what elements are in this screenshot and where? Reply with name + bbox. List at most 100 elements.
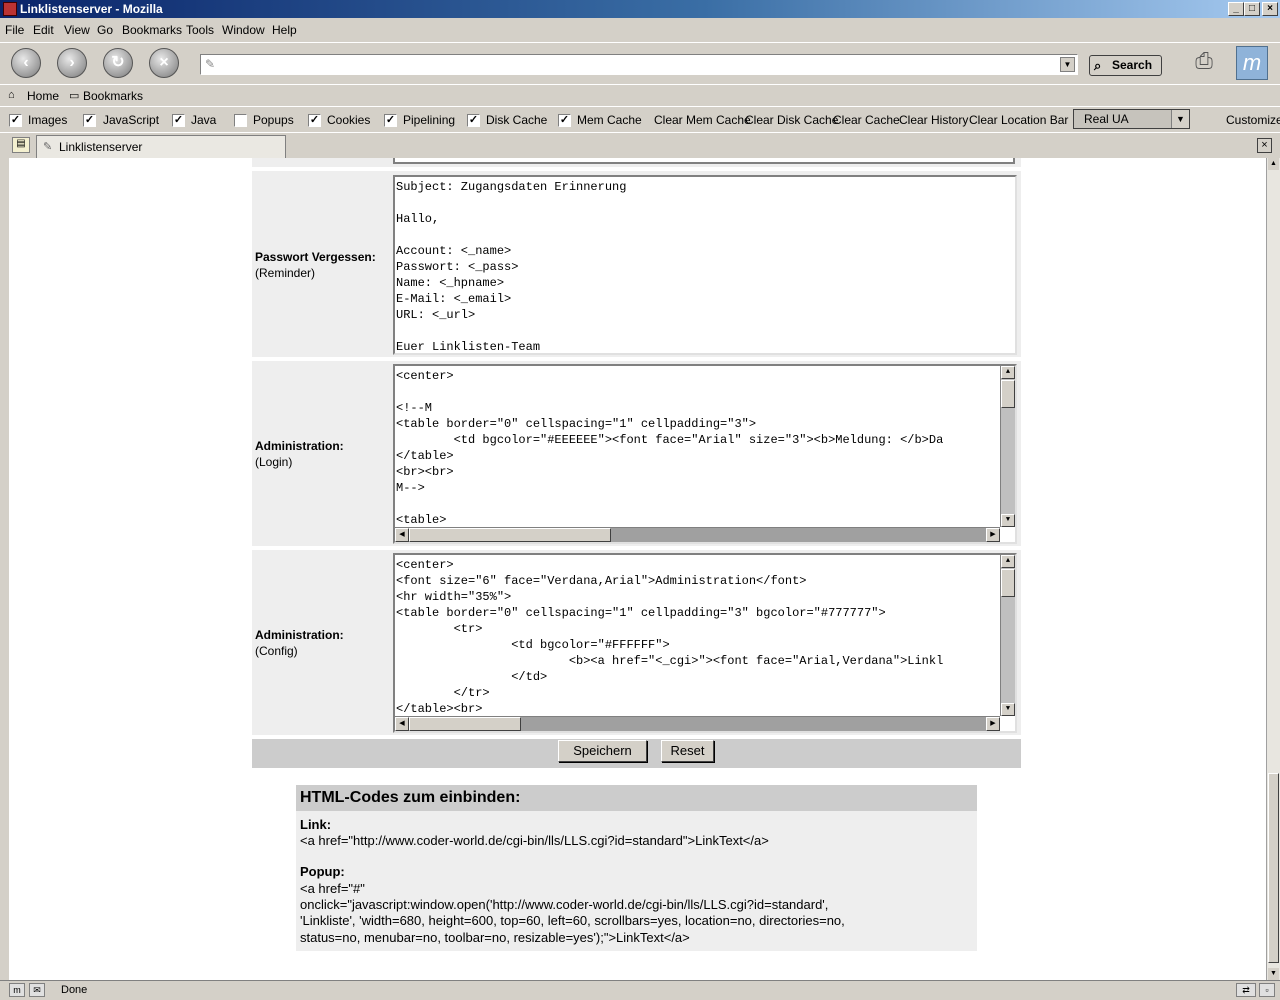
stop-icon[interactable]: × [149,48,179,78]
images-label: Images [28,113,68,127]
menu-view[interactable]: View [64,23,90,37]
mem-cache-label: Mem Cache [577,113,642,127]
popup-code-label: Popup: [300,864,345,879]
reminder-label-cell: Passwort Vergessen: (Reminder) [252,171,390,357]
login-horizontal-scrollbar[interactable]: ◀ ▶ [395,527,1000,542]
disk-cache-checkbox[interactable]: ✓ [467,114,480,127]
scroll-right-icon[interactable]: ▶ [986,717,1000,731]
print-icon[interactable]: ⎙ [1186,48,1222,78]
javascript-checkbox[interactable]: ✓ [83,114,96,127]
user-agent-value: Real UA [1084,112,1129,126]
popup-code-line: <a href="#" [300,881,365,896]
reset-button[interactable]: Reset [661,740,714,762]
reload-icon[interactable]: ↻ [103,48,133,78]
forward-icon[interactable]: › [57,48,87,78]
maximize-button[interactable]: □ [1244,2,1260,16]
javascript-label: JavaScript [103,113,160,127]
minimize-button[interactable]: _ [1228,2,1244,16]
scroll-thumb[interactable] [1001,569,1015,597]
menu-go[interactable]: Go [97,23,113,37]
menu-edit[interactable]: Edit [33,23,54,37]
clear-mem-cache-button[interactable]: Clear Mem Cache [654,113,751,127]
chevron-down-icon[interactable]: ▼ [1060,57,1075,72]
navigation-toolbar: ‹ › ↻ × ✎ ▼ ⌕ Search [0,42,1280,84]
clear-history-button[interactable]: Clear History [899,113,968,127]
reminder-label: Passwort Vergessen: [255,250,376,264]
html-codes-heading: HTML-Codes zum einbinden: [296,785,977,811]
popup-code-line: 'Linkliste', 'width=680, height=600, top… [300,913,845,928]
login-sublabel: (Login) [255,455,293,469]
bookmarks-link[interactable]: Bookmarks [83,89,143,103]
menu-bookmarks[interactable]: Bookmarks [122,23,182,37]
reminder-field-cell: Subject: Zugangsdaten Erinnerung Hallo, … [390,171,1021,357]
login-vertical-scrollbar[interactable]: ▲ ▼ [1000,366,1015,527]
scroll-thumb[interactable] [1268,773,1279,963]
user-agent-select[interactable]: Real UA ▼ [1073,109,1190,129]
status-text: Done [61,984,88,996]
scroll-up-icon[interactable]: ▲ [1001,366,1015,379]
status-bar: m ✉ Done ⇄ ▫ [0,980,1280,1000]
images-checkbox[interactable]: ✓ [9,114,22,127]
scroll-down-icon[interactable]: ▼ [1001,703,1015,716]
folder-icon: ▭ [69,90,80,102]
chevron-down-icon: ▼ [1171,110,1189,128]
page-vertical-scrollbar[interactable]: ▲ ▼ [1266,158,1280,980]
url-bar[interactable]: ✎ ▼ [200,54,1078,75]
close-window-button[interactable]: × [1262,2,1278,16]
mozilla-icon[interactable]: m [9,983,25,997]
config-vertical-scrollbar[interactable]: ▲ ▼ [1000,555,1015,716]
scroll-right-icon[interactable]: ▶ [986,528,1000,542]
scroll-thumb[interactable] [409,528,611,542]
config-label: Administration: [255,628,344,642]
mozilla-throbber-icon[interactable]: m [1236,46,1268,80]
clear-cache-button[interactable]: Clear Cache [833,113,900,127]
tab-title: Linklistenserver [59,140,143,154]
java-checkbox[interactable]: ✓ [172,114,185,127]
popup-code-line: status=no, menubar=no, toolbar=no, resiz… [300,930,690,945]
close-tab-icon[interactable]: × [1257,138,1272,153]
new-tab-icon[interactable]: ▤ [12,137,30,153]
login-field-cell: <center> <!--M <table border="0" cellspa… [390,361,1021,546]
menu-file[interactable]: File [5,23,24,37]
config-horizontal-scrollbar[interactable]: ◀ ▶ [395,716,1000,731]
online-status-icon[interactable]: ⇄ [1236,983,1256,997]
page-content: Passwort Vergessen: (Reminder) Subject: … [9,158,1266,980]
login-textarea[interactable]: <center> <!--M <table border="0" cellspa… [393,364,1017,544]
reminder-textarea[interactable]: Subject: Zugangsdaten Erinnerung Hallo, … [393,175,1017,355]
menu-tools[interactable]: Tools [186,23,214,37]
menu-bar: File Edit View Go Bookmarks Tools Window… [0,18,1280,42]
search-button[interactable]: ⌕ Search [1089,55,1162,76]
tab-linklistenserver[interactable]: ✎ Linklistenserver [36,135,286,158]
popups-checkbox[interactable] [234,114,247,127]
customize-button[interactable]: Customize [1226,113,1280,127]
popup-code-line: onclick="javascript:window.open('http://… [300,897,829,912]
pipelining-checkbox[interactable]: ✓ [384,114,397,127]
login-label-cell: Administration: (Login) [252,361,390,546]
sidebar-splitter[interactable] [0,158,9,980]
component-bar-icon[interactable]: ✉ [29,983,45,997]
scroll-left-icon[interactable]: ◀ [395,528,409,542]
mem-cache-checkbox[interactable]: ✓ [558,114,571,127]
menu-window[interactable]: Window [222,23,265,37]
scroll-left-icon[interactable]: ◀ [395,717,409,731]
app-icon [3,2,17,16]
page-icon: ✎ [43,141,53,153]
cookies-checkbox[interactable]: ✓ [308,114,321,127]
scroll-down-icon[interactable]: ▼ [1268,968,1279,980]
scroll-down-icon[interactable]: ▼ [1001,514,1015,527]
scroll-up-icon[interactable]: ▲ [1268,158,1279,170]
back-icon[interactable]: ‹ [11,48,41,78]
scroll-thumb[interactable] [409,717,521,731]
clear-location-bar-button[interactable]: Clear Location Bar [969,113,1068,127]
config-textarea[interactable]: <center> <font size="6" face="Verdana,Ar… [393,553,1017,733]
scroll-thumb[interactable] [1001,380,1015,408]
reminder-sublabel: (Reminder) [255,266,316,280]
menu-help[interactable]: Help [272,23,297,37]
search-label: Search [1112,58,1153,72]
home-link[interactable]: Home [27,89,59,103]
config-sublabel: (Config) [255,644,298,658]
scroll-up-icon[interactable]: ▲ [1001,555,1015,568]
clear-disk-cache-button[interactable]: Clear Disk Cache [745,113,838,127]
pipelining-label: Pipelining [403,113,456,127]
save-button[interactable]: Speichern [558,740,647,762]
